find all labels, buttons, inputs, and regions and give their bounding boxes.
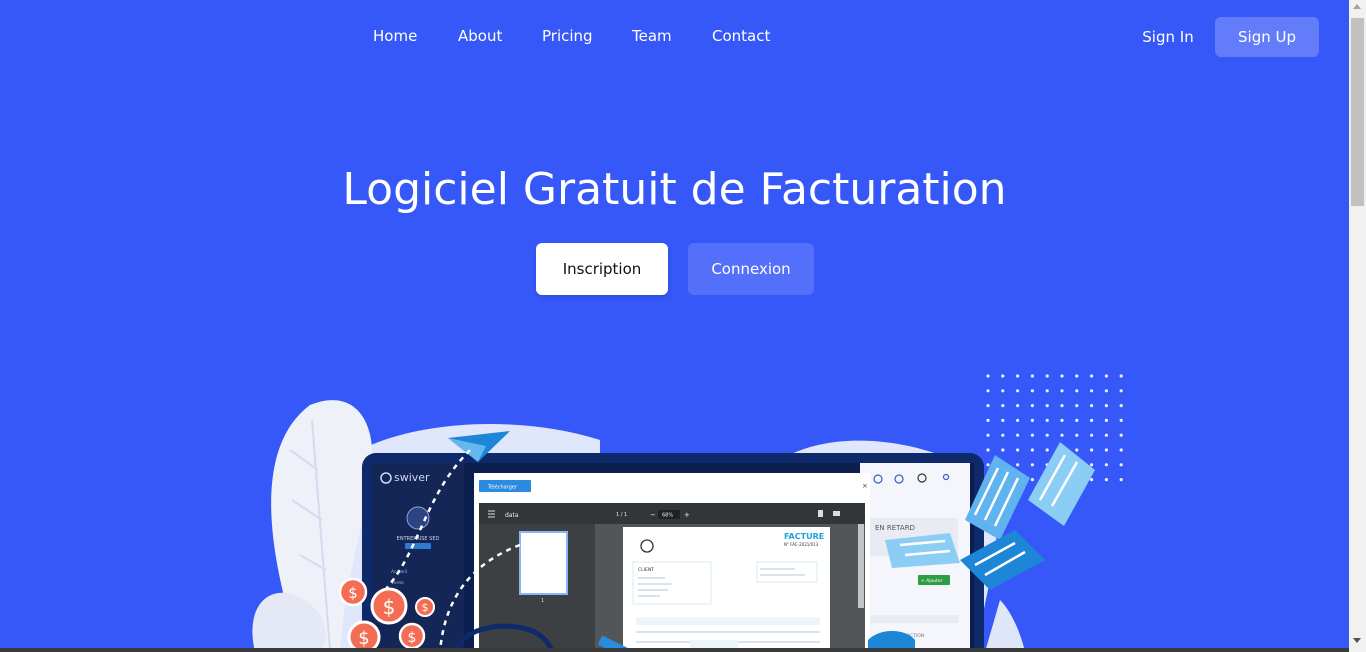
grid-dot bbox=[1016, 433, 1020, 437]
grid-dot bbox=[986, 433, 990, 437]
grid-dot bbox=[1030, 433, 1034, 437]
grid-dot bbox=[1016, 463, 1020, 467]
grid-dot bbox=[1090, 418, 1094, 422]
grid-dot bbox=[1030, 389, 1034, 393]
svg-text:1: 1 bbox=[541, 598, 544, 604]
grid-dot bbox=[1075, 448, 1079, 452]
scrollbar-thumb[interactable] bbox=[1351, 18, 1364, 206]
grid-dot bbox=[1060, 374, 1064, 378]
grid-dot bbox=[1045, 448, 1049, 452]
zoom-level[interactable]: 68% bbox=[662, 513, 673, 519]
grid-dot bbox=[1090, 478, 1094, 482]
grid-dot bbox=[1030, 478, 1034, 482]
svg-text:$: $ bbox=[348, 584, 358, 602]
grid-dot bbox=[1090, 448, 1094, 452]
grid-dot bbox=[1119, 448, 1123, 452]
grid-dot bbox=[1045, 389, 1049, 393]
grid-dot bbox=[1119, 374, 1123, 378]
svg-text:$: $ bbox=[408, 630, 417, 646]
hero-illustration: swiver ENTREPRISE SED Accueil Vente EN R… bbox=[252, 374, 1123, 652]
grid-dot bbox=[986, 389, 990, 393]
grid-dot bbox=[1075, 418, 1079, 422]
grid-dot bbox=[1001, 448, 1005, 452]
svg-text:$: $ bbox=[358, 628, 369, 649]
grid-dot bbox=[1030, 448, 1034, 452]
svg-text:$: $ bbox=[422, 601, 429, 614]
print-icon[interactable] bbox=[833, 511, 840, 516]
grid-dot bbox=[986, 404, 990, 408]
grid-dot bbox=[1090, 389, 1094, 393]
grid-dot bbox=[1016, 374, 1020, 378]
client-label: CLIENT bbox=[638, 567, 654, 573]
grid-dot bbox=[1060, 404, 1064, 408]
grid-dot bbox=[1104, 418, 1108, 422]
grid-dot bbox=[1045, 374, 1049, 378]
grid-dot bbox=[1090, 374, 1094, 378]
grid-dot bbox=[1075, 374, 1079, 378]
grid-dot bbox=[1104, 463, 1108, 467]
invoice-number: N° FAC-2021/013 bbox=[784, 542, 819, 547]
grid-dot bbox=[1030, 374, 1034, 378]
page-indicator: 1 / 1 bbox=[616, 512, 627, 518]
grid-dot bbox=[1075, 389, 1079, 393]
grid-dot bbox=[1045, 404, 1049, 408]
viewer-file-name: data bbox=[505, 512, 519, 519]
grid-dot bbox=[1119, 478, 1123, 482]
grid-dot bbox=[1001, 389, 1005, 393]
grid-dot bbox=[986, 463, 990, 467]
grid-dot bbox=[1075, 433, 1079, 437]
grid-dot bbox=[986, 448, 990, 452]
grid-dot bbox=[1001, 418, 1005, 422]
grid-dot bbox=[1090, 433, 1094, 437]
grid-dot bbox=[1001, 433, 1005, 437]
grid-dot bbox=[1030, 404, 1034, 408]
grid-dot bbox=[1104, 448, 1108, 452]
zoom-out-icon[interactable]: − bbox=[650, 511, 656, 519]
grid-dot bbox=[1104, 478, 1108, 482]
scroll-up-arrow-icon[interactable] bbox=[1353, 4, 1361, 9]
grid-dot bbox=[1119, 433, 1123, 437]
scroll-down-arrow-icon[interactable] bbox=[1353, 638, 1361, 643]
page-thumbnail[interactable] bbox=[519, 531, 568, 595]
zoom-in-icon[interactable]: + bbox=[684, 511, 690, 519]
grid-dot bbox=[1060, 418, 1064, 422]
grid-dot bbox=[1119, 418, 1123, 422]
grid-dot bbox=[1045, 433, 1049, 437]
grid-dot bbox=[1060, 433, 1064, 437]
grid-dot bbox=[1016, 418, 1020, 422]
grid-dot bbox=[1016, 404, 1020, 408]
grid-dot bbox=[1001, 374, 1005, 378]
grid-dot bbox=[1119, 404, 1123, 408]
landing-page: Home About Pricing Team Contact Sign In … bbox=[0, 0, 1349, 652]
horizontal-scrollbar bbox=[0, 648, 1349, 652]
late-status-label: EN RETARD bbox=[875, 524, 915, 532]
grid-dot bbox=[986, 374, 990, 378]
grid-dot bbox=[1119, 389, 1123, 393]
grid-dot bbox=[1075, 404, 1079, 408]
invoice-title: FACTURE bbox=[784, 532, 824, 541]
grid-dot bbox=[1104, 404, 1108, 408]
grid-dot bbox=[1030, 463, 1034, 467]
grid-dot bbox=[1090, 404, 1094, 408]
close-icon[interactable]: × bbox=[862, 482, 868, 490]
grid-dot bbox=[1016, 389, 1020, 393]
grid-dot bbox=[1030, 418, 1034, 422]
grid-dot bbox=[1104, 389, 1108, 393]
grid-dot bbox=[1119, 463, 1123, 467]
grid-dot bbox=[1001, 404, 1005, 408]
grid-dot bbox=[1090, 463, 1094, 467]
add-button[interactable]: + Ajouter bbox=[921, 578, 943, 584]
grid-dot bbox=[1016, 448, 1020, 452]
grid-dot bbox=[1060, 389, 1064, 393]
download-button[interactable]: Télécharger bbox=[487, 484, 518, 491]
app-logo-text: swiver bbox=[394, 471, 430, 484]
grid-dot bbox=[986, 418, 990, 422]
download-icon[interactable] bbox=[818, 510, 823, 517]
grid-dot bbox=[1045, 418, 1049, 422]
grid-dot bbox=[1104, 374, 1108, 378]
svg-text:$: $ bbox=[383, 595, 396, 619]
grid-dot bbox=[1104, 433, 1108, 437]
